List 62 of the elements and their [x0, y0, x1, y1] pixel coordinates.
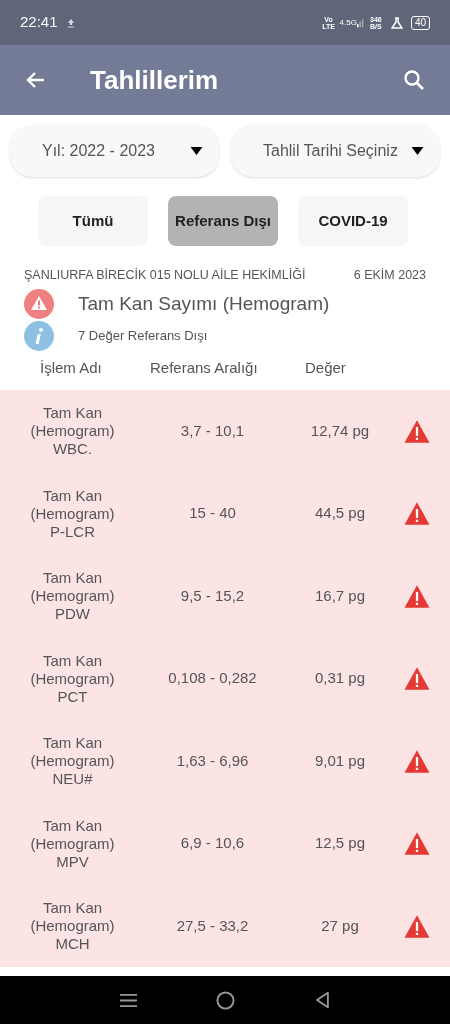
upload-icon	[65, 17, 76, 28]
filter-tab[interactable]: Referans Dışı	[168, 196, 278, 246]
result-row[interactable]: Tam Kan (Hemogram) WBC. 3,7 - 10,1 12,74 pg	[0, 389, 450, 473]
clock: 22:41	[20, 12, 58, 33]
result-row[interactable]: Tam Kan (Hemogram) P-LCR 15 - 40 44,5 pg	[0, 472, 450, 555]
test-name: Tam Kan (Hemogram) MPV	[29, 816, 116, 871]
reference-range: 27,5 - 33,2	[175, 915, 250, 936]
info-icon	[24, 320, 54, 351]
result-row[interactable]: Tam Kan (Hemogram) PCT 0,108 - 0,282 0,31 pg	[0, 637, 450, 720]
result-value: 9,01 pg	[313, 750, 366, 771]
result-value: 27 pg	[320, 915, 360, 936]
summary-text: 7 Değer Referans Dışı	[78, 327, 208, 345]
result-value: 0,31 pg	[313, 668, 366, 689]
test-name: Tam Kan (Hemogram) PDW	[29, 569, 116, 623]
reference-range: 15 - 40	[188, 503, 237, 524]
test-name: Tam Kan (Hemogram) MCH	[29, 899, 116, 953]
dropdown[interactable]: Tahlil Tarihi Seçiniz	[231, 125, 440, 177]
result-row[interactable]: Tam Kan (Hemogram) NEU# 1,63 - 6,96 9,01 pg	[0, 719, 450, 803]
warning-icon	[24, 288, 54, 319]
flask-icon	[390, 16, 403, 29]
result-row[interactable]: Tam Kan (Hemogram) PDW 9,5 - 15,2 16,7 pg	[0, 554, 450, 638]
column-header: Referans Aralığı	[150, 357, 259, 378]
signal-icon	[356, 17, 365, 28]
test-name: Tam Kan (Hemogram) P-LCR	[29, 486, 116, 541]
home-button[interactable]	[216, 990, 236, 1010]
battery-icon: 40	[410, 15, 430, 30]
result-row[interactable]: Tam Kan (Hemogram) MCH 27,5 - 33,2 27 pg	[0, 884, 450, 968]
warning-icon	[403, 583, 431, 609]
reference-range: 6,9 - 10,6	[179, 833, 246, 854]
result-value: 12,5 pg	[313, 833, 366, 854]
reference-range: 1,63 - 6,96	[175, 750, 250, 771]
warning-icon	[403, 501, 431, 526]
warning-icon	[403, 748, 431, 774]
filter-tab[interactable]: Tümü	[38, 196, 148, 246]
test-name: Tam Kan (Hemogram) NEU#	[29, 734, 116, 788]
caret-icon	[190, 147, 203, 155]
search-button[interactable]	[402, 68, 426, 92]
reference-range: 3,7 - 10,1	[179, 420, 246, 441]
test-name: Tam Kan (Hemogram) PCT	[29, 651, 116, 706]
result-value: 16,7 pg	[313, 585, 366, 606]
test-title: Tam Kan Sayımı (Hemogram)	[78, 291, 330, 316]
result-row[interactable]: Tam Kan (Hemogram) MPV 6,9 - 10,6 12,5 pg	[0, 802, 450, 885]
warning-icon	[403, 666, 431, 691]
result-value: 12,74 pg	[309, 420, 371, 441]
reference-range: 9,5 - 15,2	[179, 585, 246, 606]
menu-button[interactable]	[119, 992, 137, 1008]
test-name: Tam Kan (Hemogram) WBC.	[29, 404, 116, 458]
filter-tab[interactable]: COVID-19	[298, 196, 408, 246]
report-date: 6 EKİM 2023	[353, 267, 426, 284]
back-nav-button[interactable]	[315, 991, 331, 1009]
column-header: İşlem Adı	[40, 357, 103, 378]
column-header: Değer	[305, 357, 347, 378]
result-value: 44,5 pg	[313, 503, 366, 524]
app-title: Tahlillerim	[90, 63, 220, 97]
caret-icon	[411, 147, 424, 155]
warning-icon	[403, 831, 431, 856]
warning-icon	[403, 913, 431, 939]
network-label: 4.5G	[339, 16, 357, 29]
institution-name: ŞANLIURFA BİRECİK 015 NOLU AİLE HEKİMLİĞİ	[24, 266, 306, 284]
warning-icon	[403, 418, 431, 444]
reference-range: 0,108 - 0,282	[167, 668, 258, 689]
dropdown[interactable]: Yıl: 2022 - 2023	[10, 125, 219, 177]
